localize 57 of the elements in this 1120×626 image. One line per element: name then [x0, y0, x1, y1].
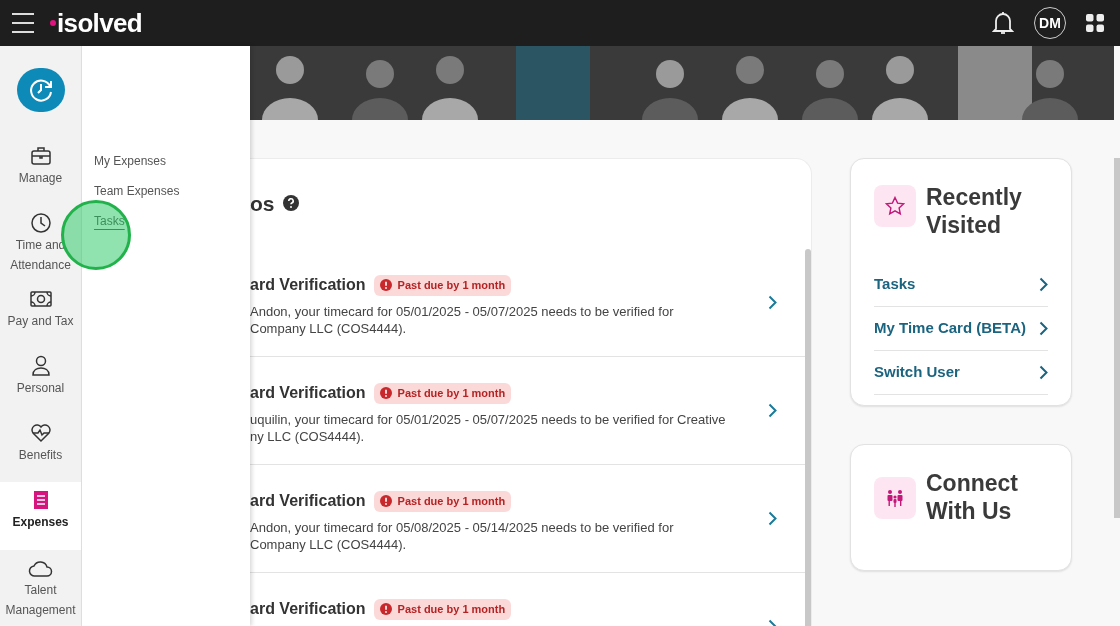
family-icon [874, 477, 916, 519]
task-description: Andon, your timecard for 05/08/2025 - 05/14/2025 needs to be verified for [250, 519, 674, 536]
notification-bell-icon[interactable] [992, 11, 1014, 35]
rail-item[interactable]: Manage [0, 138, 81, 206]
task-row[interactable]: ard Verification Past due by 1 month [250, 573, 805, 626]
chevron-right-icon [768, 511, 777, 526]
recent-link[interactable]: Switch User [874, 351, 1048, 395]
rail-item[interactable]: Expenses [0, 481, 81, 550]
chevron-right-icon [1039, 277, 1048, 292]
task-description: Company LLC (COS4444). [250, 536, 407, 553]
apps-grid-icon[interactable] [1086, 14, 1104, 32]
card-heading: Recently Visited [926, 183, 1023, 239]
alert-icon [379, 603, 392, 615]
task-description: Company LLC (COS4444). [250, 320, 407, 337]
task-title: ard Verification [250, 275, 366, 295]
home-button[interactable] [16, 68, 65, 113]
task-title: ard Verification [250, 383, 366, 403]
alert-icon [379, 279, 392, 291]
flyout-link[interactable]: My Expenses [94, 152, 167, 170]
flyout-link[interactable]: Team Expenses [94, 182, 180, 200]
chevron-right-icon [768, 403, 777, 418]
task-row[interactable]: ard Verification Past due by 1 month Andon, your timecard for 05/08/2025 - 05/14/2025 needs to be verified for Company LLC (COS4444). [250, 465, 805, 573]
rail-item[interactable]: Pay and Tax [0, 281, 81, 349]
past-due-badge: Past due by 1 month [373, 274, 512, 296]
menu-icon[interactable] [12, 13, 34, 33]
recent-link[interactable]: My Time Card (BETA) [874, 307, 1048, 351]
logo[interactable]: isolved [57, 10, 143, 36]
card-title: os [250, 192, 275, 214]
help-icon[interactable] [282, 195, 299, 211]
person-icon [30, 355, 51, 378]
past-due-badge: Past due by 1 month [373, 598, 512, 620]
recent-link[interactable]: Tasks [874, 263, 1048, 307]
task-title: ard Verification [250, 491, 366, 511]
task-description: uquilin, your timecard for 05/01/2025 - 05/07/2025 needs to be verified for Creative [250, 411, 726, 428]
task-row[interactable]: ard Verification Past due by 1 month Andon, your timecard for 05/01/2025 - 05/07/2025 needs to be verified for Company LLC (COS4444). [250, 249, 805, 357]
task-row[interactable]: ard Verification Past due by 1 month uquilin, your timecard for 05/01/2025 - 05/07/2025 needs to be verified for Creative ny LLC (COS4444). [250, 357, 805, 465]
clock-icon [29, 212, 52, 235]
past-due-badge: Past due by 1 month [373, 490, 512, 512]
past-due-badge: Past due by 1 month [373, 382, 512, 404]
scrollbar[interactable] [805, 249, 811, 626]
chevron-right-icon [768, 295, 777, 310]
task-description: Andon, your timecard for 05/01/2025 - 05/07/2025 needs to be verified for [250, 303, 674, 320]
rail-item[interactable]: Personal [0, 348, 81, 416]
rail-item[interactable]: Talent Management [0, 549, 81, 626]
chevron-right-icon [1039, 321, 1048, 336]
alert-icon [379, 387, 392, 399]
rail-item[interactable]: Benefits [0, 415, 81, 482]
briefcase-icon [29, 146, 52, 167]
task-description: ny LLC (COS4444). [250, 428, 365, 445]
alert-icon [379, 495, 392, 507]
task-title: ard Verification [250, 599, 366, 619]
card-heading: Connect With Us [926, 469, 1019, 525]
chevron-right-icon [1039, 365, 1048, 380]
banknote-icon [28, 290, 53, 309]
page-scrollbar[interactable] [1114, 158, 1120, 518]
heart-pulse-icon [29, 423, 52, 444]
receipt-icon [32, 489, 49, 510]
